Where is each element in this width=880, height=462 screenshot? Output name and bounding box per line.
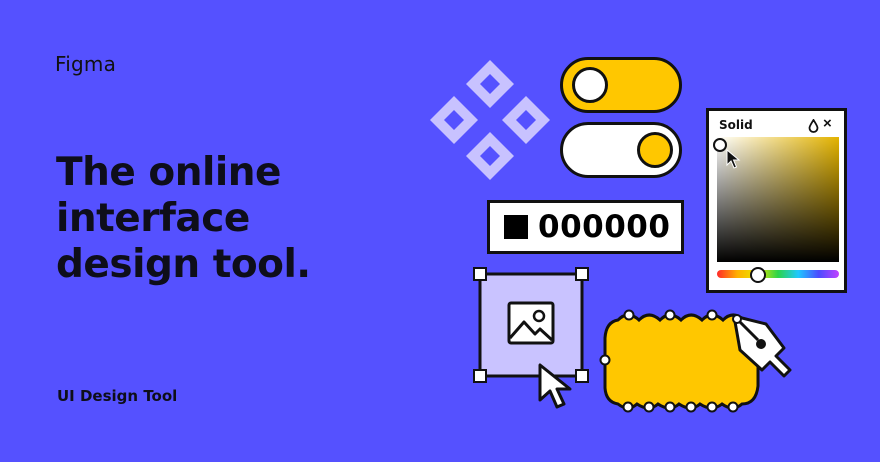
page-headline: The online interface design tool. [56, 150, 386, 288]
toggle-knob [637, 132, 673, 168]
image-icon [507, 301, 555, 345]
color-handle[interactable] [713, 138, 727, 152]
cursor-icon [538, 363, 572, 409]
toggle-knob [572, 67, 608, 103]
hex-color-field[interactable]: 000000 [487, 200, 684, 254]
headline-line-2: interface [56, 196, 250, 241]
hex-value: 000000 [538, 209, 671, 245]
fill-mode-label: Solid [719, 118, 753, 132]
toggle-switch-on[interactable] [560, 57, 682, 113]
close-icon[interactable]: × [823, 115, 832, 132]
color-swatch[interactable] [504, 215, 528, 239]
headline-line-1: The online [56, 150, 281, 195]
toggle-switch-off[interactable] [560, 122, 682, 178]
cursor-icon [726, 149, 741, 169]
opacity-drop-icon[interactable] [808, 119, 819, 133]
hue-slider[interactable] [717, 270, 839, 278]
pen-tool-icon [732, 314, 792, 378]
headline-line-3: design tool. [56, 242, 311, 287]
color-picker-panel: Solid × [706, 108, 847, 293]
brand-logo-text: Figma [55, 52, 117, 76]
footer-label: UI Design Tool [57, 387, 178, 405]
hue-slider-handle[interactable] [750, 267, 766, 283]
components-diamond-icon [430, 60, 550, 180]
